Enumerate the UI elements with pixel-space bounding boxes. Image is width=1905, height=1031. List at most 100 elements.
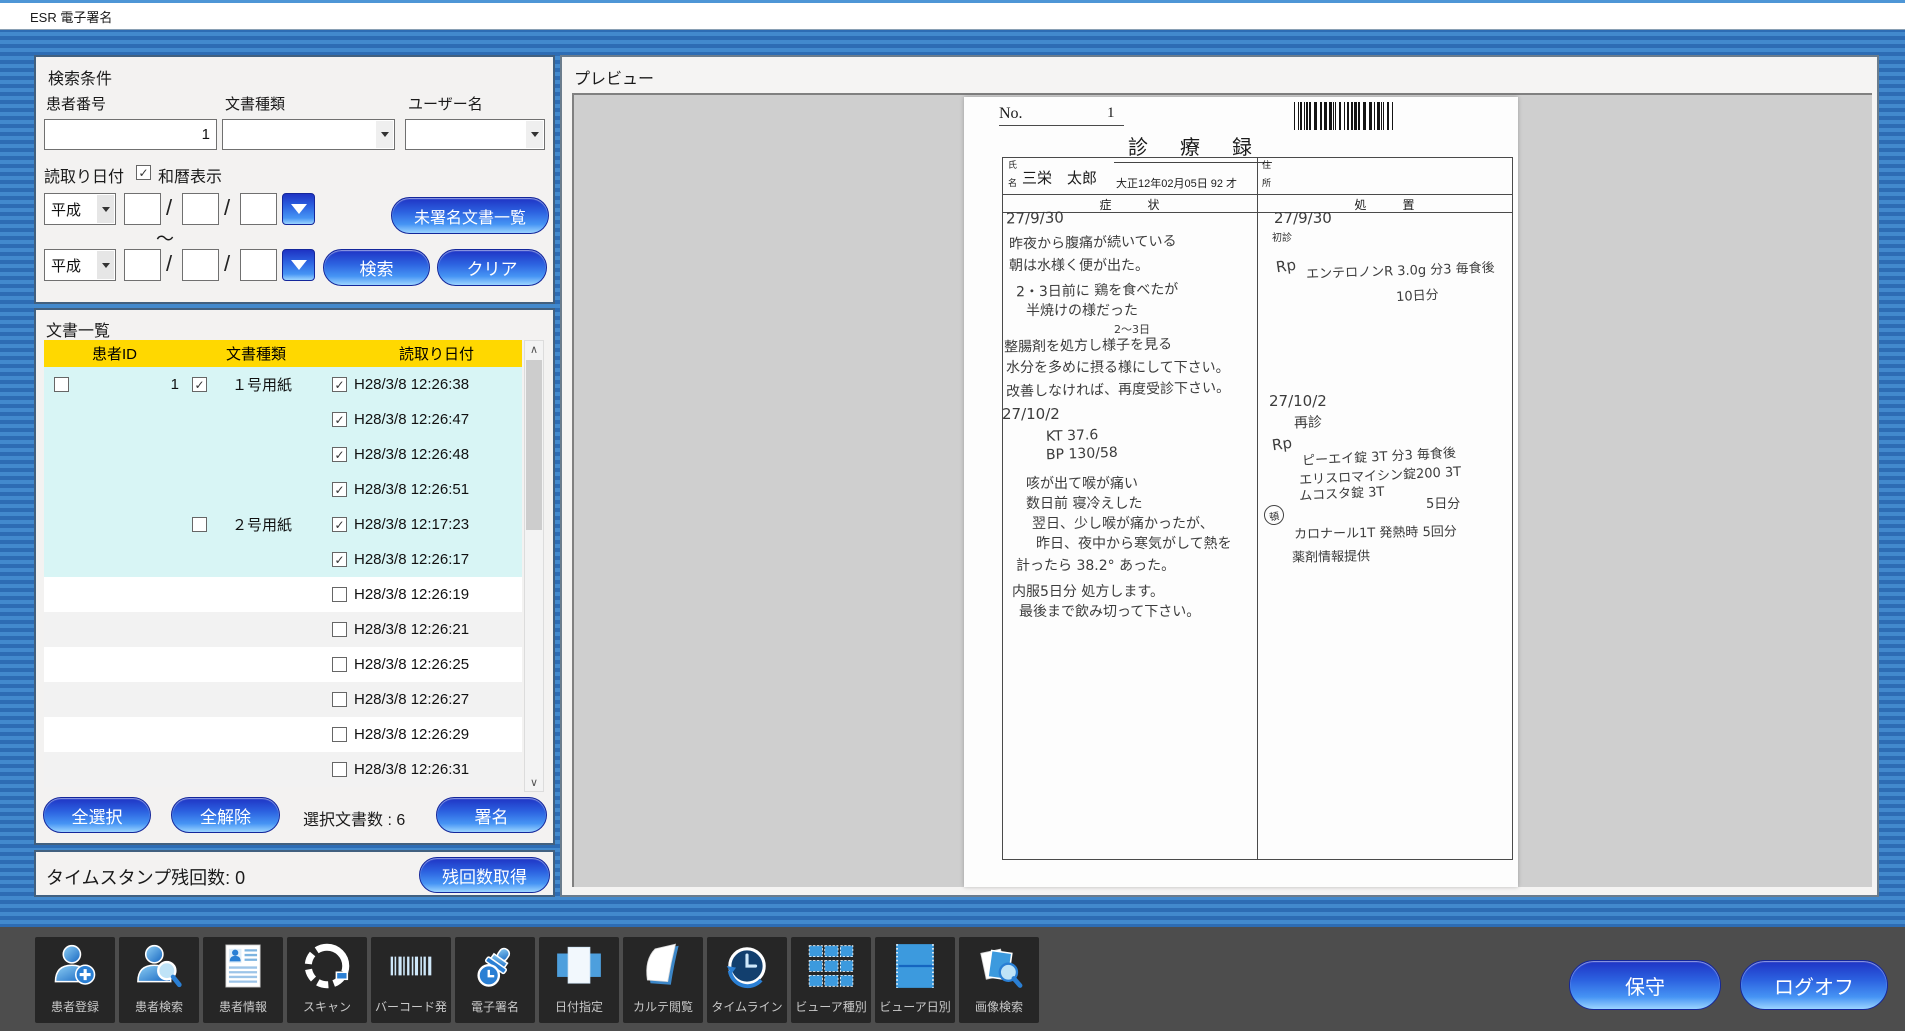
- table-row[interactable]: H28/3/8 12:26:27: [44, 682, 522, 717]
- get-remaining-button[interactable]: 残回数取得: [419, 857, 550, 893]
- from-day-input[interactable]: [240, 193, 277, 225]
- toolbar-item-scan[interactable]: スキャン: [287, 937, 367, 1023]
- handwritten-line: 薬剤情報提供: [1292, 545, 1370, 565]
- checkbox[interactable]: ✓: [192, 377, 207, 392]
- toolbar-item-image-search[interactable]: 画像検索: [959, 937, 1039, 1023]
- checkbox[interactable]: [332, 692, 347, 707]
- doctype-cell: [212, 717, 312, 752]
- checkbox[interactable]: [332, 727, 347, 742]
- read-date-cell: H28/3/8 12:26:17: [354, 542, 469, 577]
- checkbox[interactable]: ✓: [332, 482, 347, 497]
- era-select-from[interactable]: 平成: [44, 193, 116, 225]
- to-day-input[interactable]: [240, 249, 277, 281]
- handwritten-line: カロナール1T 発熱時 5回分: [1294, 521, 1457, 543]
- preview-title: プレビュー: [574, 65, 654, 89]
- from-month-input[interactable]: [182, 193, 219, 225]
- checkbox[interactable]: [332, 587, 347, 602]
- table-row[interactable]: 1✓１号用紙✓H28/3/8 12:26:38: [44, 367, 522, 402]
- user-combobox[interactable]: [405, 119, 545, 150]
- checkbox[interactable]: [332, 657, 347, 672]
- doctype-combobox[interactable]: [222, 119, 395, 150]
- deselect-all-button[interactable]: 全解除: [171, 797, 280, 833]
- table-row[interactable]: H28/3/8 12:26:19: [44, 577, 522, 612]
- sign-button[interactable]: 署名: [436, 797, 547, 833]
- doc-title: 診 療 録: [1114, 131, 1272, 163]
- to-year-input[interactable]: [124, 249, 161, 281]
- window-title: ESR 電子署名: [30, 7, 112, 26]
- preview-viewport[interactable]: No. 1 診 療 録 氏 名 三栄 太郎 大正12年02月0: [572, 93, 1872, 887]
- era-select-to[interactable]: 平成: [44, 249, 116, 281]
- checkbox[interactable]: ✓: [332, 447, 347, 462]
- toolbar-item-chart-view[interactable]: カルテ閲覧: [623, 937, 703, 1023]
- toolbar-item-viewer-day[interactable]: ビューア日別: [875, 937, 955, 1023]
- table-row[interactable]: H28/3/8 12:26:25: [44, 647, 522, 682]
- doctype-cell: [212, 752, 312, 787]
- to-date-picker-button[interactable]: [282, 249, 315, 281]
- checkbox[interactable]: ✓: [332, 412, 347, 427]
- toolbar-item-viewer-type[interactable]: ビューア種別: [791, 937, 871, 1023]
- date-separator: /: [224, 195, 230, 221]
- patient-id-cell: [104, 647, 179, 682]
- handwritten-line: 2・3日前に 鶏を食べたが: [1016, 279, 1179, 302]
- checkbox[interactable]: [332, 762, 347, 777]
- toolbar-item-person-search[interactable]: 患者検索: [119, 937, 199, 1023]
- checkbox[interactable]: [192, 517, 207, 532]
- toolbar-item-patient-info[interactable]: 患者情報: [203, 937, 283, 1023]
- table-row[interactable]: ✓H28/3/8 12:26:48: [44, 437, 522, 472]
- name-label-top: 氏: [1008, 161, 1017, 170]
- chevron-down-icon[interactable]: [97, 251, 114, 279]
- checkbox[interactable]: [54, 377, 69, 392]
- handwritten-line: 内服5日分 処方します。: [1012, 581, 1164, 601]
- clear-button[interactable]: クリア: [437, 249, 547, 286]
- handwritten-line: 再診: [1294, 412, 1323, 433]
- date-check-cell: [332, 752, 347, 787]
- table-row[interactable]: H28/3/8 12:26:31: [44, 752, 522, 787]
- patient-number-label: 患者番号: [46, 93, 106, 114]
- chevron-down-icon[interactable]: [526, 121, 543, 148]
- checkbox[interactable]: ✓: [332, 377, 347, 392]
- handwritten-line: 27/10/2: [1002, 405, 1060, 423]
- scroll-down-icon[interactable]: ∨: [526, 774, 542, 791]
- row-select-cell: [54, 367, 69, 402]
- wareki-checkbox[interactable]: ✓: [136, 165, 151, 180]
- toolbar-item-date-select[interactable]: 日付指定: [539, 937, 619, 1023]
- address-label-top: 住: [1262, 161, 1271, 170]
- unsigned-docs-button[interactable]: 未署名文書一覧: [391, 197, 549, 234]
- checkbox[interactable]: [332, 622, 347, 637]
- toolbar-item-label: 患者検索: [135, 998, 183, 1015]
- user-name-label: ユーザー名: [408, 93, 483, 114]
- from-date-picker-button[interactable]: [282, 193, 315, 225]
- search-button[interactable]: 検索: [323, 249, 430, 286]
- table-row[interactable]: H28/3/8 12:26:29: [44, 717, 522, 752]
- table-row[interactable]: ✓ H28/3/8 12:26:17: [44, 542, 522, 577]
- doclist-scrollbar[interactable]: ∧ ∨: [524, 340, 544, 792]
- date-check-cell: [332, 577, 347, 612]
- toolbar-item-timeline[interactable]: タイムライン: [707, 937, 787, 1023]
- chevron-down-icon[interactable]: [97, 195, 114, 223]
- table-row[interactable]: ２号用紙✓H28/3/8 12:17:23: [44, 507, 522, 542]
- checkbox[interactable]: ✓: [332, 517, 347, 532]
- handwritten-line: エンテロノンR 3.0g 分3 毎食後: [1306, 257, 1495, 283]
- select-all-button[interactable]: 全選択: [43, 797, 151, 833]
- scrollbar-thumb[interactable]: [526, 360, 542, 530]
- date-select-icon: [554, 937, 604, 996]
- handwritten-line: Rp: [1275, 256, 1297, 277]
- patient-id-cell: [104, 612, 179, 647]
- from-year-input[interactable]: [124, 193, 161, 225]
- maintenance-button[interactable]: 保守: [1569, 960, 1721, 1010]
- to-month-input[interactable]: [182, 249, 219, 281]
- table-row[interactable]: ✓H28/3/8 12:26:47: [44, 402, 522, 437]
- logoff-button[interactable]: ログオフ: [1740, 960, 1888, 1010]
- toolbar-item-person-add[interactable]: 患者登録: [35, 937, 115, 1023]
- doctype-cell: [212, 437, 312, 472]
- toolbar-item-stamp[interactable]: 電子署名: [455, 937, 535, 1023]
- chevron-down-icon[interactable]: [376, 121, 393, 148]
- patient-number-input[interactable]: [44, 119, 217, 150]
- table-row[interactable]: H28/3/8 12:26:21: [44, 612, 522, 647]
- patient-id-cell: [104, 507, 179, 542]
- toolbar-item-barcode[interactable]: バーコード発: [371, 937, 451, 1023]
- app-window: ESR 電子署名 検索条件 患者番号 文書種類 ユーザー名 読取り日付 ✓ 和暦…: [0, 0, 1905, 1031]
- checkbox[interactable]: ✓: [332, 552, 347, 567]
- scroll-up-icon[interactable]: ∧: [526, 341, 542, 358]
- table-row[interactable]: ✓H28/3/8 12:26:51: [44, 472, 522, 507]
